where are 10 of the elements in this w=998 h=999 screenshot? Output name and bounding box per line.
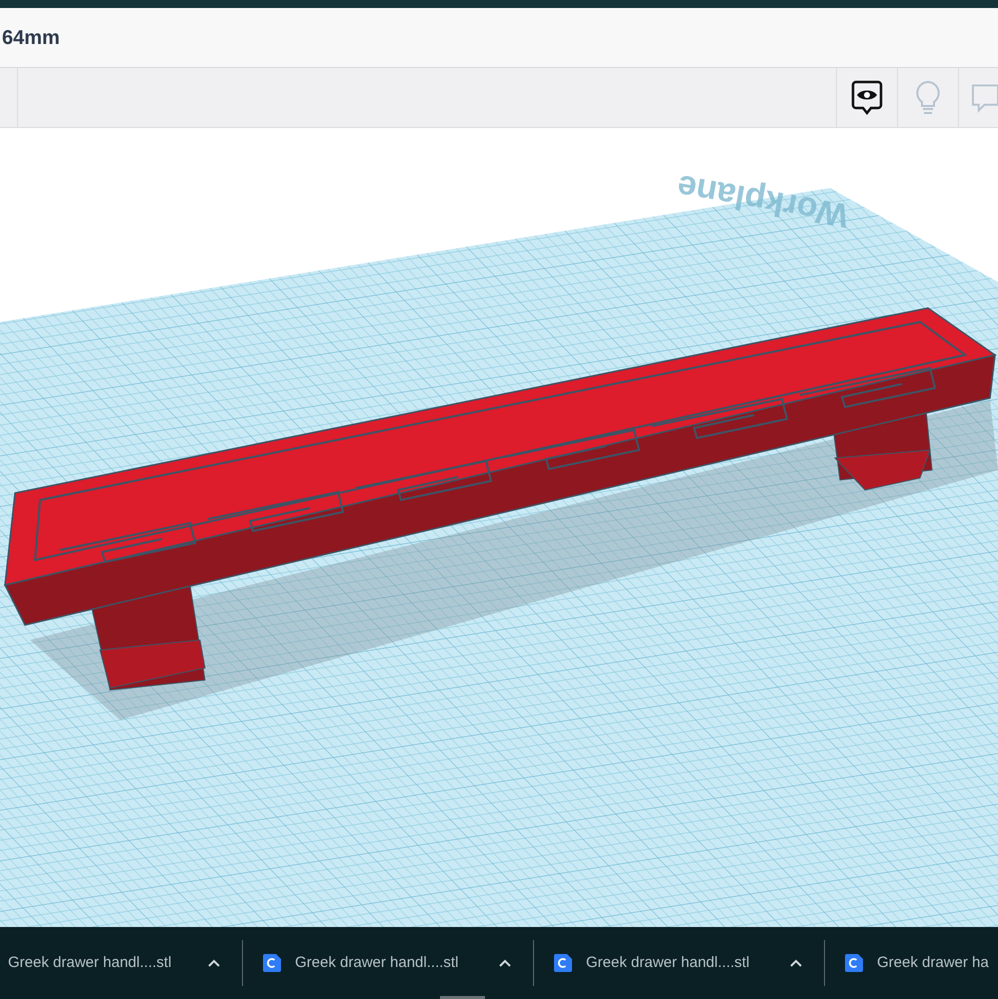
drawer-handle-model[interactable] (4, 307, 997, 691)
download-item[interactable]: Greek drawer handl....stl (295, 952, 458, 974)
eye-speech-bubble-icon (851, 80, 883, 116)
scroll-indicator (440, 996, 485, 999)
lightbulb-icon (915, 80, 941, 116)
download-item[interactable]: Greek drawer handl....stl (586, 952, 750, 974)
dimension-text: 64mm (2, 26, 60, 50)
workplane-label: Workplane (674, 167, 852, 235)
download-item[interactable]: Greek drawer handl....stl (8, 952, 172, 974)
download-item[interactable]: Greek drawer ha (877, 952, 989, 974)
